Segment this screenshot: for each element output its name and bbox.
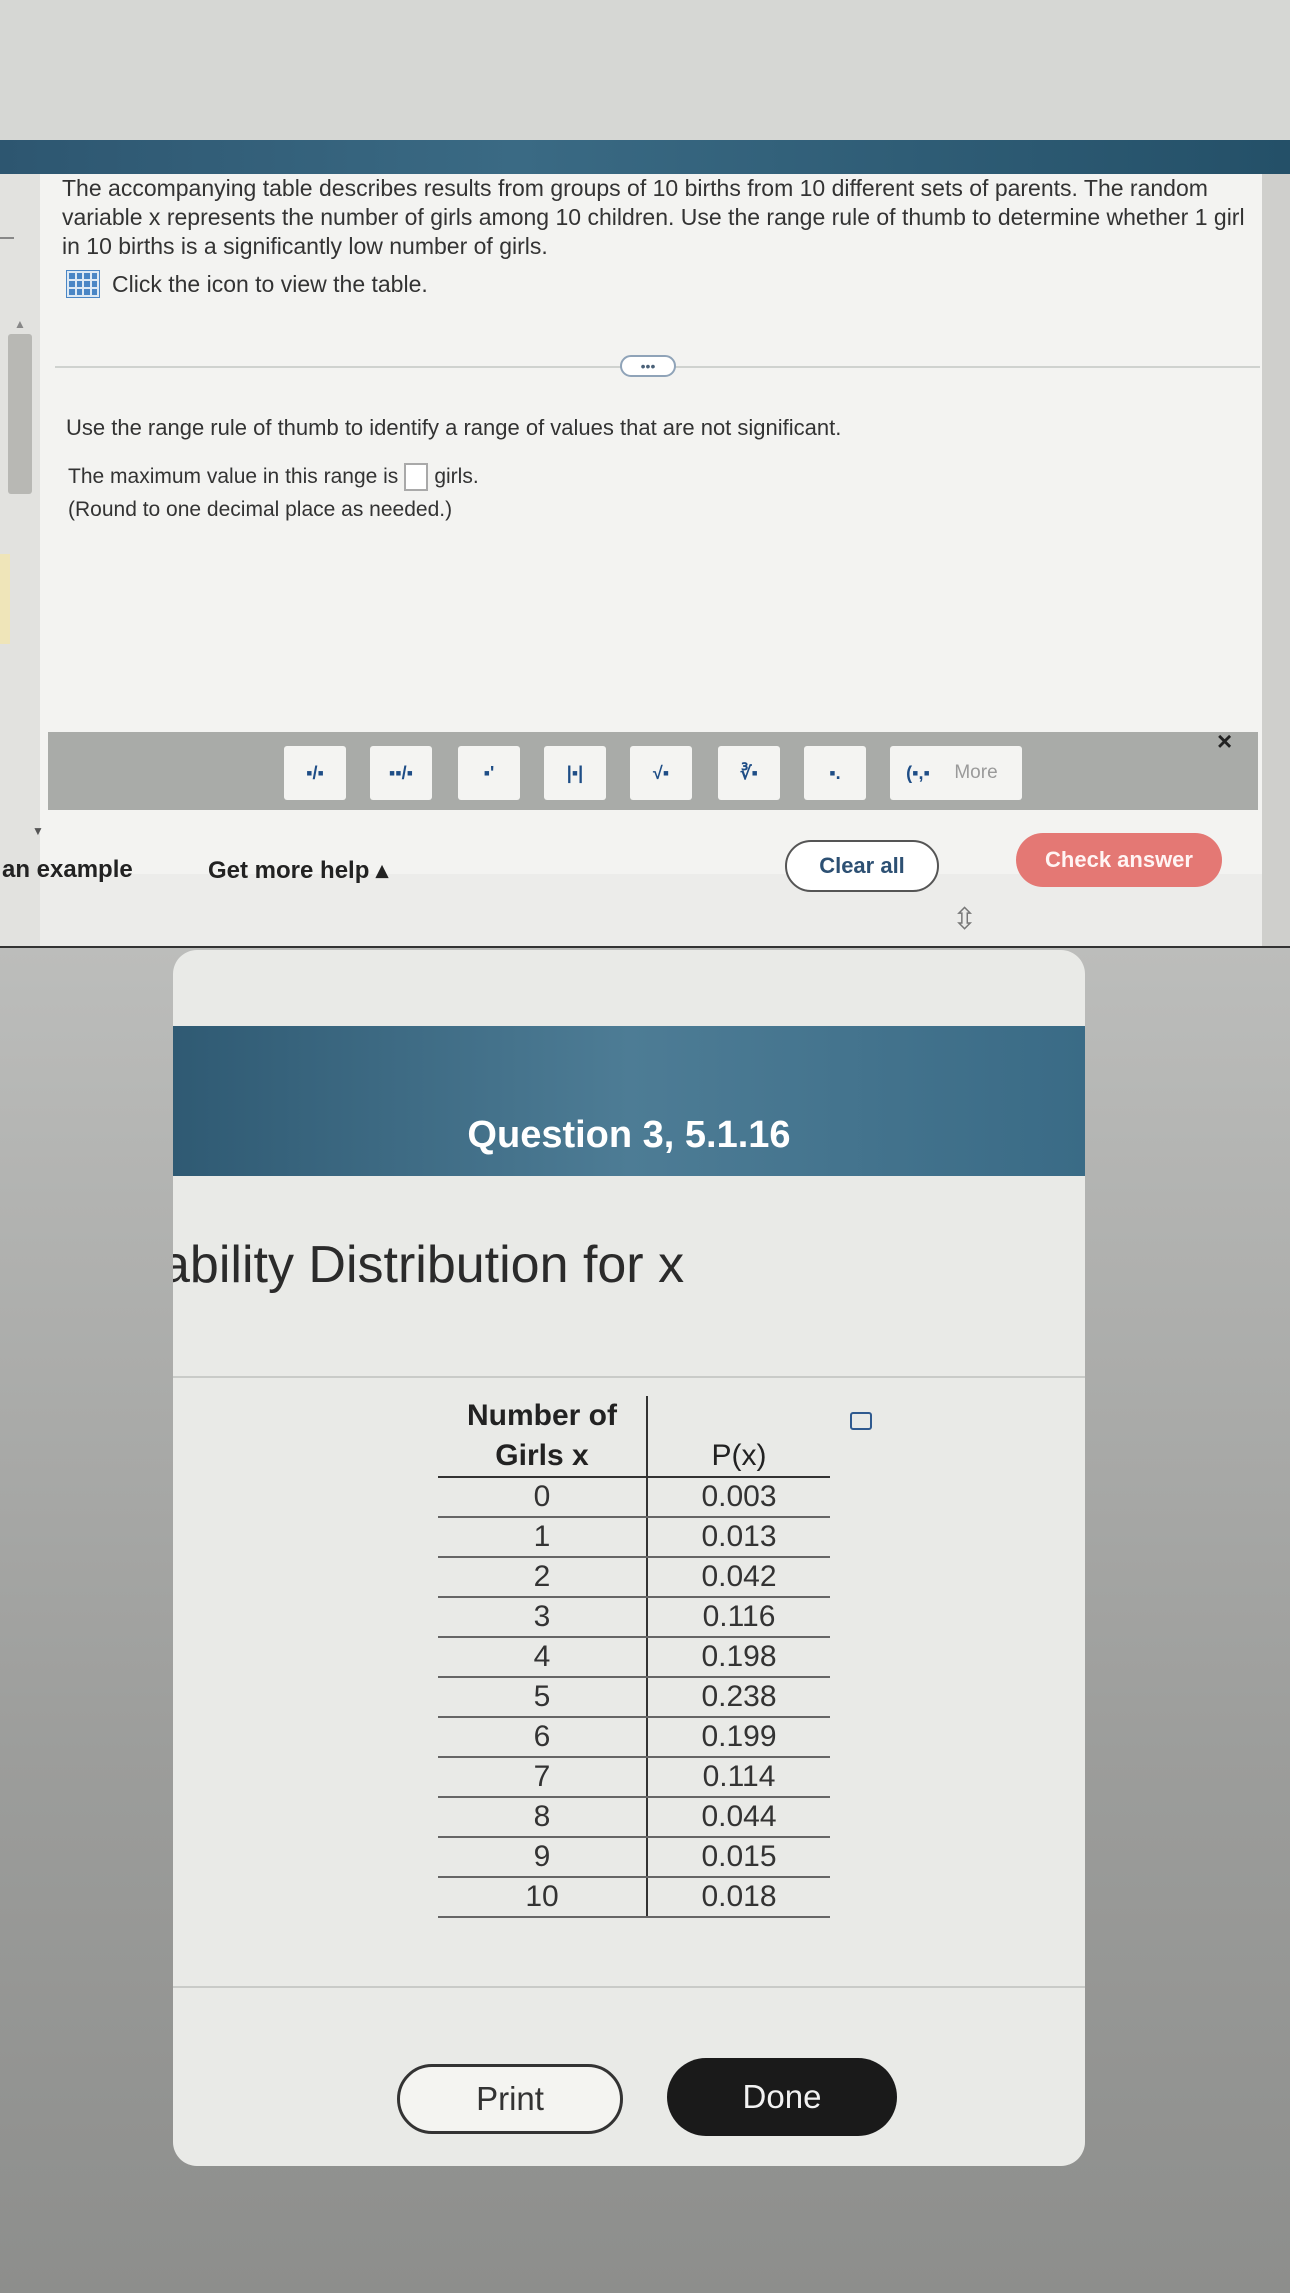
scroll-up-icon[interactable]: ▲ — [14, 317, 26, 331]
right-scrollbar[interactable] — [1262, 174, 1290, 948]
table-row: 1 0.013 — [438, 1517, 830, 1558]
probability-cell: 0.238 — [647, 1677, 830, 1718]
probability-cell: 0.015 — [647, 1837, 830, 1878]
view-example-link[interactable]: an example — [2, 856, 133, 884]
heading-rule — [173, 1376, 1085, 1378]
table-row: 5 0.238 — [438, 1677, 830, 1718]
girls-count-cell: 9 — [438, 1837, 648, 1878]
instruction-text: Use the range rule of thumb to identify … — [66, 415, 842, 440]
table-row: 10 0.018 — [438, 1877, 830, 1918]
highlight-marker — [0, 554, 10, 644]
answer-input[interactable] — [404, 463, 429, 491]
table-row: 4 0.198 — [438, 1637, 830, 1678]
clear-all-button[interactable]: Clear all — [785, 840, 939, 892]
round-note: (Round to one decimal place as needed.) — [68, 498, 453, 521]
probability-table: Number of Girls x P(x) 0 0.003 1 0.013 2 0.04… — [438, 1396, 830, 1918]
distribution-heading: ability Distribution for x — [173, 1236, 685, 1294]
answer-line: The maximum value in this range is girls… — [68, 463, 479, 491]
answer-prefix: The maximum value in this range is — [68, 465, 399, 488]
collapse-dash — [0, 237, 14, 239]
girls-count-cell: 7 — [438, 1757, 648, 1798]
header-band — [0, 140, 1290, 174]
table-dialog: Question 3, 5.1.16 ability Distribution … — [173, 950, 1085, 2166]
decimal-tool-button[interactable]: ▪. — [804, 746, 866, 800]
girls-column-header: Number of Girls x — [438, 1396, 648, 1478]
square-root-tool-button[interactable]: √▪ — [630, 746, 692, 800]
screen-bottom-edge — [0, 946, 1290, 948]
scroll-thumb[interactable] — [8, 334, 32, 494]
close-icon[interactable]: × — [1217, 726, 1232, 757]
girls-count-cell: 8 — [438, 1797, 648, 1838]
probability-cell: 0.044 — [647, 1797, 830, 1838]
table-row: 0 0.003 — [438, 1477, 830, 1518]
table-header-row: Number of Girls x P(x) — [438, 1396, 830, 1478]
absolute-value-tool-button[interactable]: |▪| — [544, 746, 606, 800]
table-row: 8 0.044 — [438, 1797, 830, 1838]
more-tools-button[interactable]: More — [930, 746, 1022, 800]
table-bottom-rule — [173, 1986, 1085, 1988]
table-icon[interactable] — [66, 270, 100, 298]
left-scrollbar[interactable]: ▲ ▼ — [0, 174, 44, 948]
probability-cell: 0.003 — [647, 1477, 830, 1518]
question-text: The accompanying table describes results… — [62, 175, 1245, 259]
print-button[interactable]: Print — [397, 2064, 623, 2134]
expand-dots-button[interactable]: ••• — [620, 355, 676, 377]
done-button[interactable]: Done — [667, 2058, 897, 2136]
probability-cell: 0.116 — [647, 1597, 830, 1638]
table-row: 2 0.042 — [438, 1557, 830, 1598]
girls-count-cell: 6 — [438, 1717, 648, 1758]
girls-count-cell: 2 — [438, 1557, 648, 1598]
get-more-help-link[interactable]: Get more help ▴ — [208, 856, 388, 885]
table-row: 7 0.114 — [438, 1757, 830, 1798]
view-table-label: Click the icon to view the table. — [112, 270, 428, 297]
fraction-tool-button[interactable]: ▪/▪ — [284, 746, 346, 800]
answer-suffix: girls. — [434, 465, 479, 488]
probability-cell: 0.013 — [647, 1517, 830, 1558]
question-screen: ▲ ▼ The accompanying table describes res… — [0, 140, 1290, 948]
dialog-title: Question 3, 5.1.16 — [467, 1114, 791, 1156]
girls-count-cell: 3 — [438, 1597, 648, 1638]
girls-count-cell: 5 — [438, 1677, 648, 1718]
girls-count-cell: 4 — [438, 1637, 648, 1678]
probability-cell: 0.198 — [647, 1637, 830, 1678]
table-row: 9 0.015 — [438, 1837, 830, 1878]
probability-column-header: P(x) — [647, 1396, 830, 1478]
girls-count-cell: 0 — [438, 1477, 648, 1518]
popout-icon[interactable] — [850, 1412, 872, 1430]
probability-cell: 0.018 — [647, 1877, 830, 1918]
probability-cell: 0.042 — [647, 1557, 830, 1598]
exponent-tool-button[interactable]: ▪' — [458, 746, 520, 800]
girls-count-cell: 1 — [438, 1517, 648, 1558]
scroll-down-icon[interactable]: ▼ — [32, 824, 44, 838]
math-toolbar: ▪/▪ ▪▪/▪ ▪' |▪| √▪ ∛▪ ▪. (▪,▪) More — [48, 732, 1258, 810]
probability-cell: 0.114 — [647, 1757, 830, 1798]
nth-root-tool-button[interactable]: ∛▪ — [718, 746, 780, 800]
dialog-header: Question 3, 5.1.16 — [173, 1026, 1085, 1176]
mixed-number-tool-button[interactable]: ▪▪/▪ — [370, 746, 432, 800]
check-answer-button[interactable]: Check answer — [1016, 833, 1222, 887]
view-table-link[interactable]: Click the icon to view the table. — [66, 270, 428, 298]
girls-count-cell: 10 — [438, 1877, 648, 1918]
table-row: 6 0.199 — [438, 1717, 830, 1758]
resize-cursor-icon: ⇳ — [952, 903, 978, 936]
probability-cell: 0.199 — [647, 1717, 830, 1758]
table-row: 3 0.116 — [438, 1597, 830, 1638]
